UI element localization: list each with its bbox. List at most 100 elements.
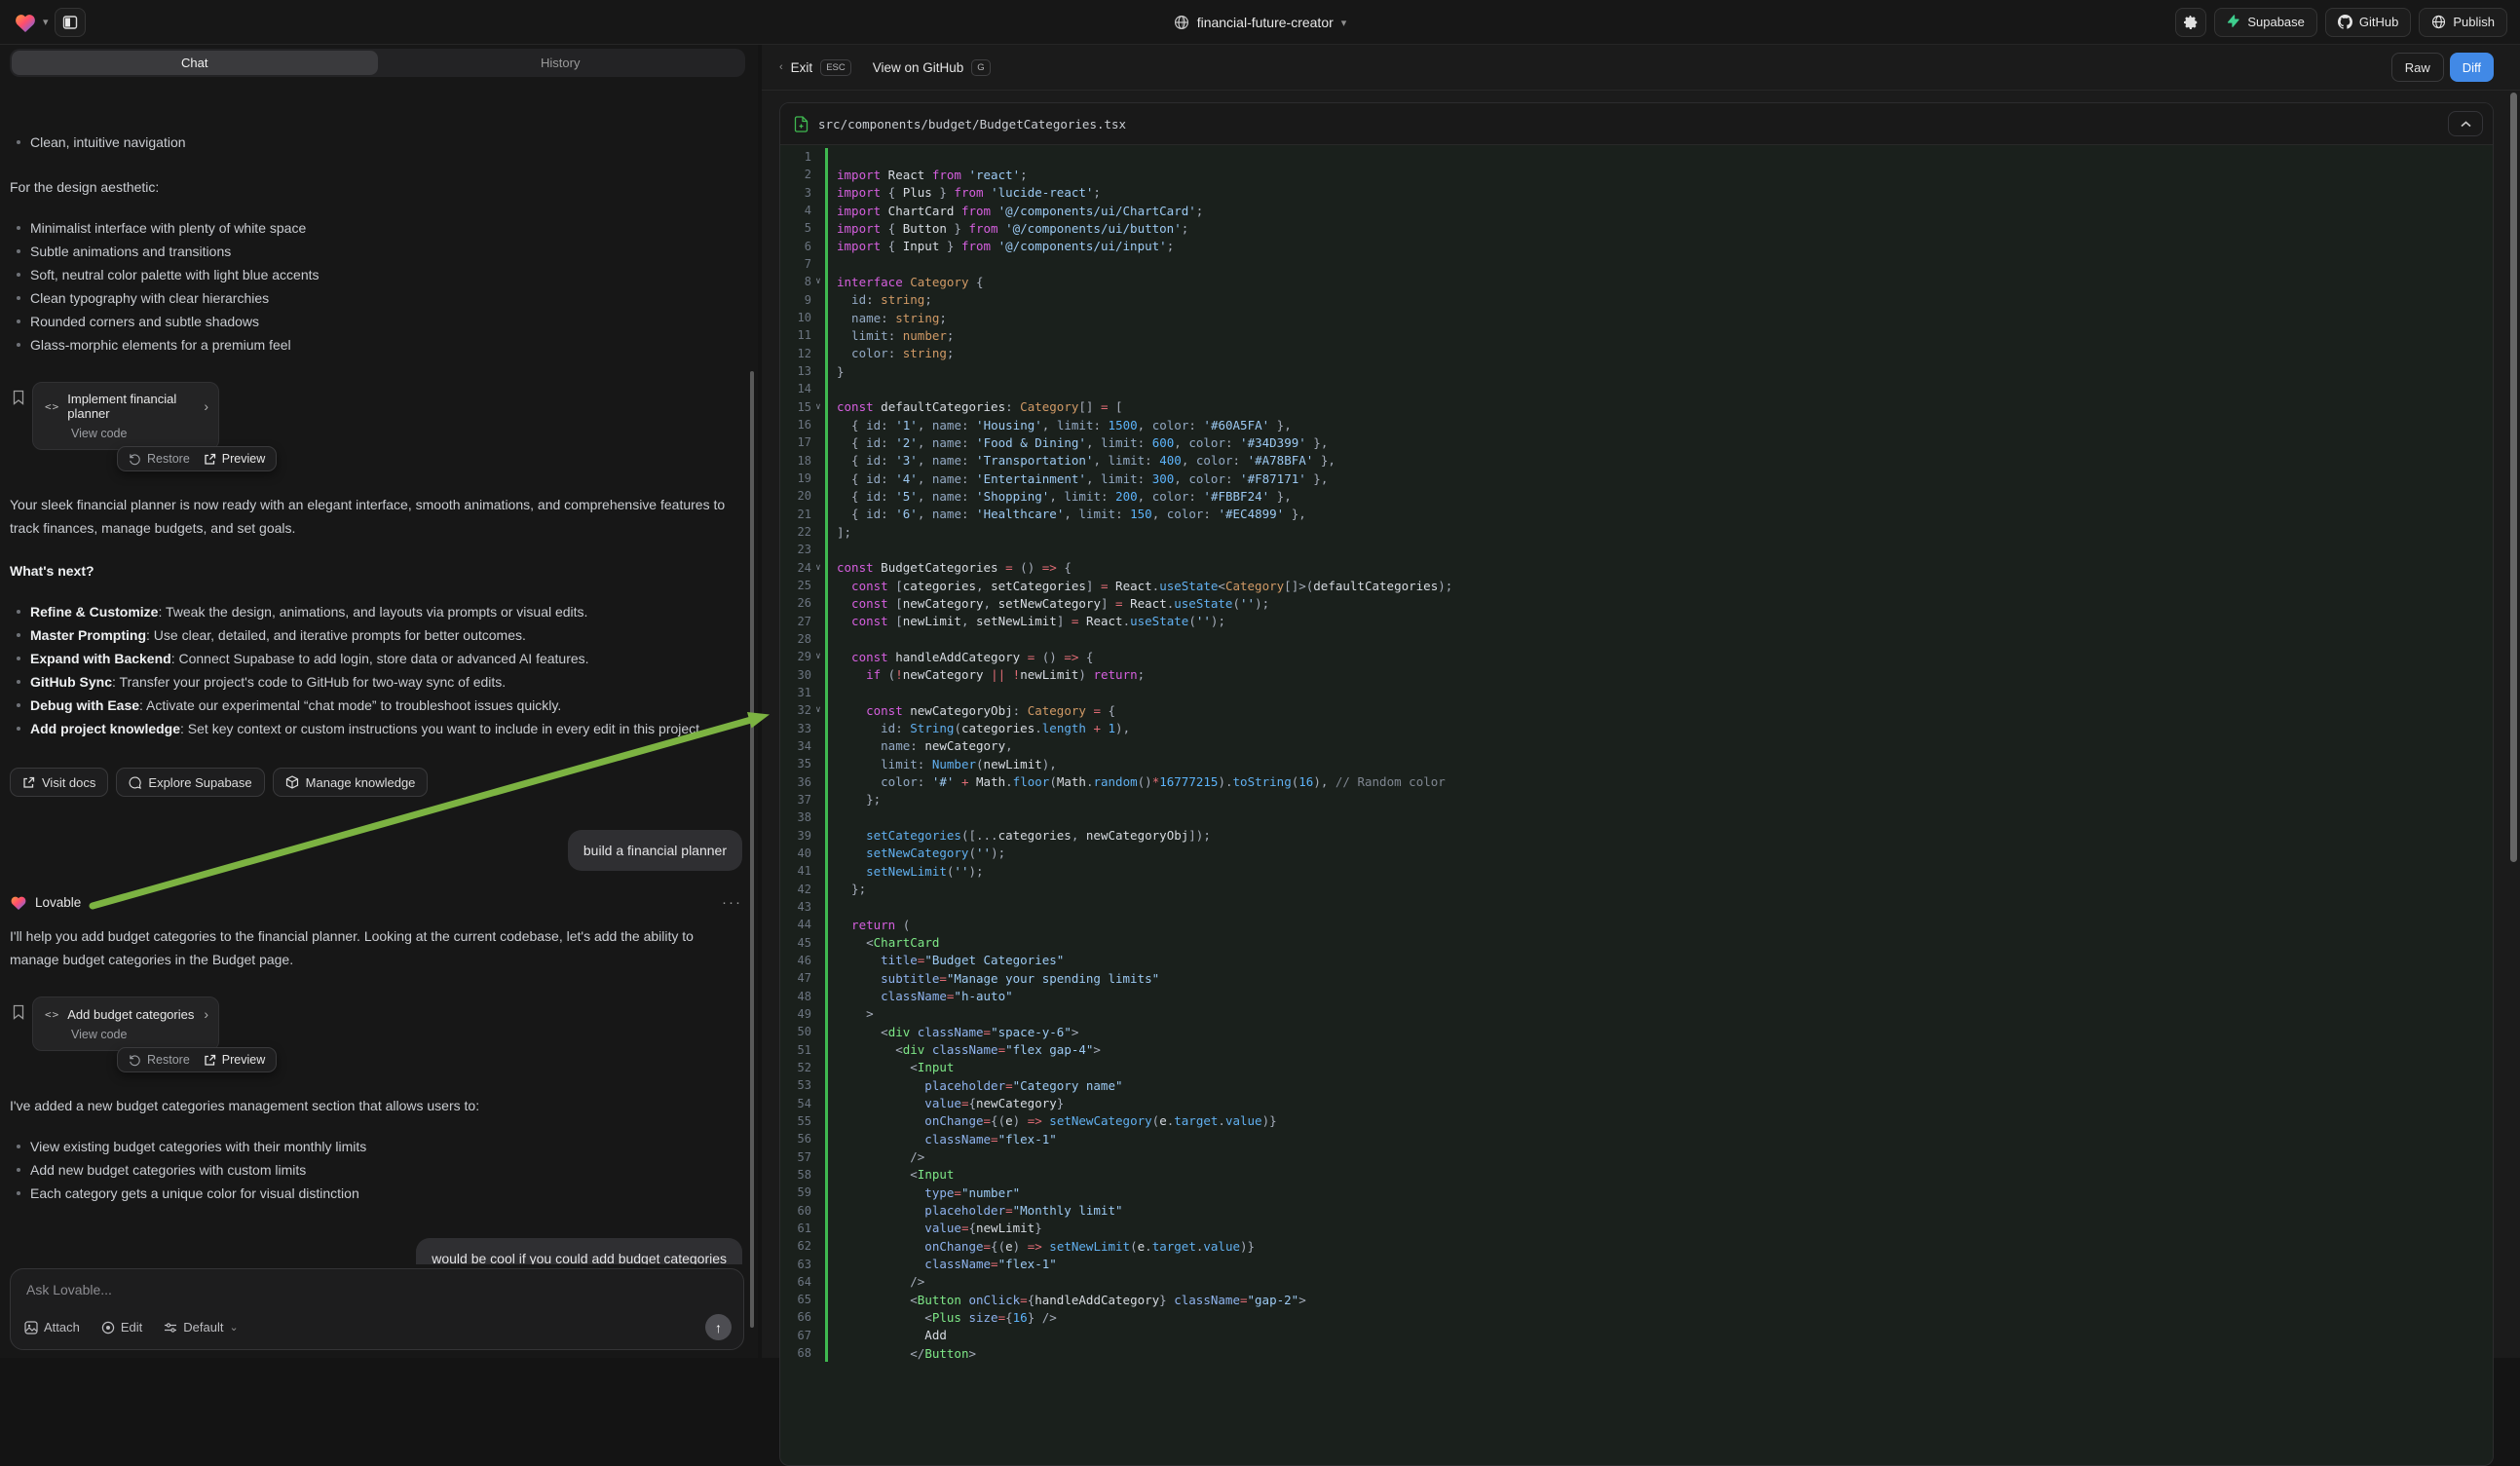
- code-line[interactable]: 59 type="number": [780, 1184, 2493, 1201]
- chat-message-list[interactable]: Clean, intuitive navigationFor the desig…: [10, 127, 742, 1264]
- code-line[interactable]: 30 if (!newCategory || !newLimit) return…: [780, 666, 2493, 684]
- publish-button[interactable]: Publish: [2419, 8, 2507, 37]
- code-line[interactable]: 60 placeholder="Monthly limit": [780, 1201, 2493, 1219]
- code-line[interactable]: 42 };: [780, 880, 2493, 897]
- code-line[interactable]: 1: [780, 148, 2493, 166]
- code-line[interactable]: 19 { id: '4', name: 'Entertainment', lim…: [780, 470, 2493, 487]
- code-line[interactable]: 62 onChange={(e) => setNewLimit(e.target…: [780, 1237, 2493, 1255]
- code-line[interactable]: 57 />: [780, 1147, 2493, 1165]
- code-line[interactable]: 50 <div className="space-y-6">: [780, 1023, 2493, 1040]
- fold-toggle-icon[interactable]: ∨: [811, 402, 825, 412]
- code-line[interactable]: 8∨interface Category {: [780, 273, 2493, 290]
- code-line[interactable]: 16 { id: '1', name: 'Housing', limit: 15…: [780, 416, 2493, 433]
- code-line[interactable]: 23: [780, 541, 2493, 558]
- code-line[interactable]: 13}: [780, 362, 2493, 380]
- bookmark-icon[interactable]: [12, 390, 25, 405]
- view-code-link[interactable]: View code: [71, 427, 208, 440]
- code-scrollbar[interactable]: [2510, 93, 2517, 862]
- version-card[interactable]: <>Add budget categories›View code: [32, 996, 219, 1051]
- lovable-heart-icon[interactable]: [14, 12, 37, 33]
- chat-composer[interactable]: Ask Lovable... Attach Edit Default ⌄: [10, 1268, 744, 1350]
- fold-toggle-icon[interactable]: ∨: [811, 652, 825, 661]
- restore-button[interactable]: Restore: [129, 452, 190, 466]
- tab-chat[interactable]: Chat: [12, 51, 378, 75]
- code-line[interactable]: 43: [780, 898, 2493, 916]
- code-line[interactable]: 28: [780, 630, 2493, 648]
- code-line[interactable]: 46 title="Budget Categories": [780, 952, 2493, 969]
- project-name[interactable]: financial-future-creator: [1197, 15, 1334, 30]
- fold-toggle-icon[interactable]: ∨: [811, 705, 825, 715]
- action-button-visit-docs[interactable]: Visit docs: [10, 768, 108, 797]
- code-line[interactable]: 67 Add: [780, 1327, 2493, 1344]
- file-header[interactable]: src/components/budget/BudgetCategories.t…: [780, 103, 2493, 145]
- exit-button[interactable]: ‹ Exit ESC: [779, 59, 851, 76]
- code-line[interactable]: 27 const [newLimit, setNewLimit] = React…: [780, 613, 2493, 630]
- code-line[interactable]: 6import { Input } from '@/components/ui/…: [780, 238, 2493, 255]
- code-line[interactable]: 9 id: string;: [780, 291, 2493, 309]
- code-line[interactable]: 63 className="flex-1": [780, 1255, 2493, 1272]
- code-line[interactable]: 51 <div className="flex gap-4">: [780, 1040, 2493, 1058]
- fold-toggle-icon[interactable]: ∨: [811, 277, 825, 286]
- action-button-manage-knowledge[interactable]: Manage knowledge: [273, 768, 429, 797]
- code-line[interactable]: 33 id: String(categories.length + 1),: [780, 720, 2493, 737]
- code-line[interactable]: 3import { Plus } from 'lucide-react';: [780, 184, 2493, 202]
- sidebar-toggle-button[interactable]: [55, 8, 86, 37]
- code-line[interactable]: 40 setNewCategory('');: [780, 845, 2493, 862]
- code-line[interactable]: 25 const [categories, setCategories] = R…: [780, 577, 2493, 594]
- chat-input[interactable]: Ask Lovable...: [26, 1282, 730, 1297]
- code-line[interactable]: 20 { id: '5', name: 'Shopping', limit: 2…: [780, 487, 2493, 505]
- code-line[interactable]: 36 color: '#' + Math.floor(Math.random()…: [780, 772, 2493, 790]
- code-line[interactable]: 32∨ const newCategoryObj: Category = {: [780, 701, 2493, 719]
- raw-toggle-button[interactable]: Raw: [2391, 53, 2444, 82]
- code-line[interactable]: 52 <Input: [780, 1059, 2493, 1076]
- code-line[interactable]: 39 setCategories([...categories, newCate…: [780, 826, 2493, 844]
- edit-mode-button[interactable]: Edit: [101, 1320, 142, 1334]
- diff-toggle-button[interactable]: Diff: [2450, 53, 2494, 82]
- code-diff-view[interactable]: 12import React from 'react';3import { Pl…: [780, 145, 2493, 1362]
- view-code-link[interactable]: View code: [71, 1028, 208, 1041]
- code-line[interactable]: 58 <Input: [780, 1166, 2493, 1184]
- preview-button[interactable]: Preview: [204, 452, 265, 466]
- fold-toggle-icon[interactable]: ∨: [811, 563, 825, 573]
- code-line[interactable]: 17 { id: '2', name: 'Food & Dining', lim…: [780, 433, 2493, 451]
- code-line[interactable]: 55 onChange={(e) => setNewCategory(e.tar…: [780, 1112, 2493, 1130]
- settings-button[interactable]: [2175, 8, 2206, 37]
- supabase-button[interactable]: Supabase: [2214, 8, 2317, 37]
- code-line[interactable]: 15∨const defaultCategories: Category[] =…: [780, 398, 2493, 416]
- code-line[interactable]: 53 placeholder="Category name": [780, 1076, 2493, 1094]
- code-line[interactable]: 41 setNewLimit('');: [780, 862, 2493, 880]
- code-line[interactable]: 68 </Button>: [780, 1344, 2493, 1362]
- attach-button[interactable]: Attach: [24, 1320, 80, 1334]
- chat-scrollbar[interactable]: [750, 371, 754, 1328]
- github-button[interactable]: GitHub: [2325, 8, 2411, 37]
- preview-button[interactable]: Preview: [204, 1053, 265, 1067]
- code-line[interactable]: 24∨const BudgetCategories = () => {: [780, 559, 2493, 577]
- code-line[interactable]: 31: [780, 684, 2493, 701]
- code-line[interactable]: 61 value={newLimit}: [780, 1220, 2493, 1237]
- code-line[interactable]: 4import ChartCard from '@/components/ui/…: [780, 202, 2493, 219]
- code-line[interactable]: 12 color: string;: [780, 345, 2493, 362]
- send-button[interactable]: ↑: [705, 1314, 732, 1340]
- collapse-file-button[interactable]: [2448, 111, 2483, 136]
- code-line[interactable]: 10 name: string;: [780, 309, 2493, 326]
- restore-button[interactable]: Restore: [129, 1053, 190, 1067]
- code-line[interactable]: 54 value={newCategory}: [780, 1094, 2493, 1111]
- code-line[interactable]: 56 className="flex-1": [780, 1130, 2493, 1147]
- code-line[interactable]: 21 { id: '6', name: 'Healthcare', limit:…: [780, 506, 2493, 523]
- code-line[interactable]: 48 className="h-auto": [780, 987, 2493, 1004]
- code-line[interactable]: 38: [780, 808, 2493, 826]
- view-on-github-button[interactable]: View on GitHub G: [873, 59, 991, 76]
- version-card[interactable]: <>Implement financial planner›View code: [32, 382, 219, 450]
- code-line[interactable]: 65 <Button onClick={handleAddCategory} c…: [780, 1291, 2493, 1308]
- action-button-explore-supabase[interactable]: Explore Supabase: [116, 768, 264, 797]
- bookmark-icon[interactable]: [12, 1004, 25, 1020]
- code-line[interactable]: 5import { Button } from '@/components/ui…: [780, 219, 2493, 237]
- code-line[interactable]: 66 <Plus size={16} />: [780, 1308, 2493, 1326]
- code-line[interactable]: 35 limit: Number(newLimit),: [780, 755, 2493, 772]
- message-menu-button[interactable]: ···: [722, 894, 742, 911]
- workspace-chevron-down-icon[interactable]: ▾: [43, 16, 49, 28]
- code-line[interactable]: 47 subtitle="Manage your spending limits…: [780, 969, 2493, 987]
- code-line[interactable]: 44 return (: [780, 916, 2493, 933]
- code-line[interactable]: 11 limit: number;: [780, 326, 2493, 344]
- code-line[interactable]: 14: [780, 380, 2493, 397]
